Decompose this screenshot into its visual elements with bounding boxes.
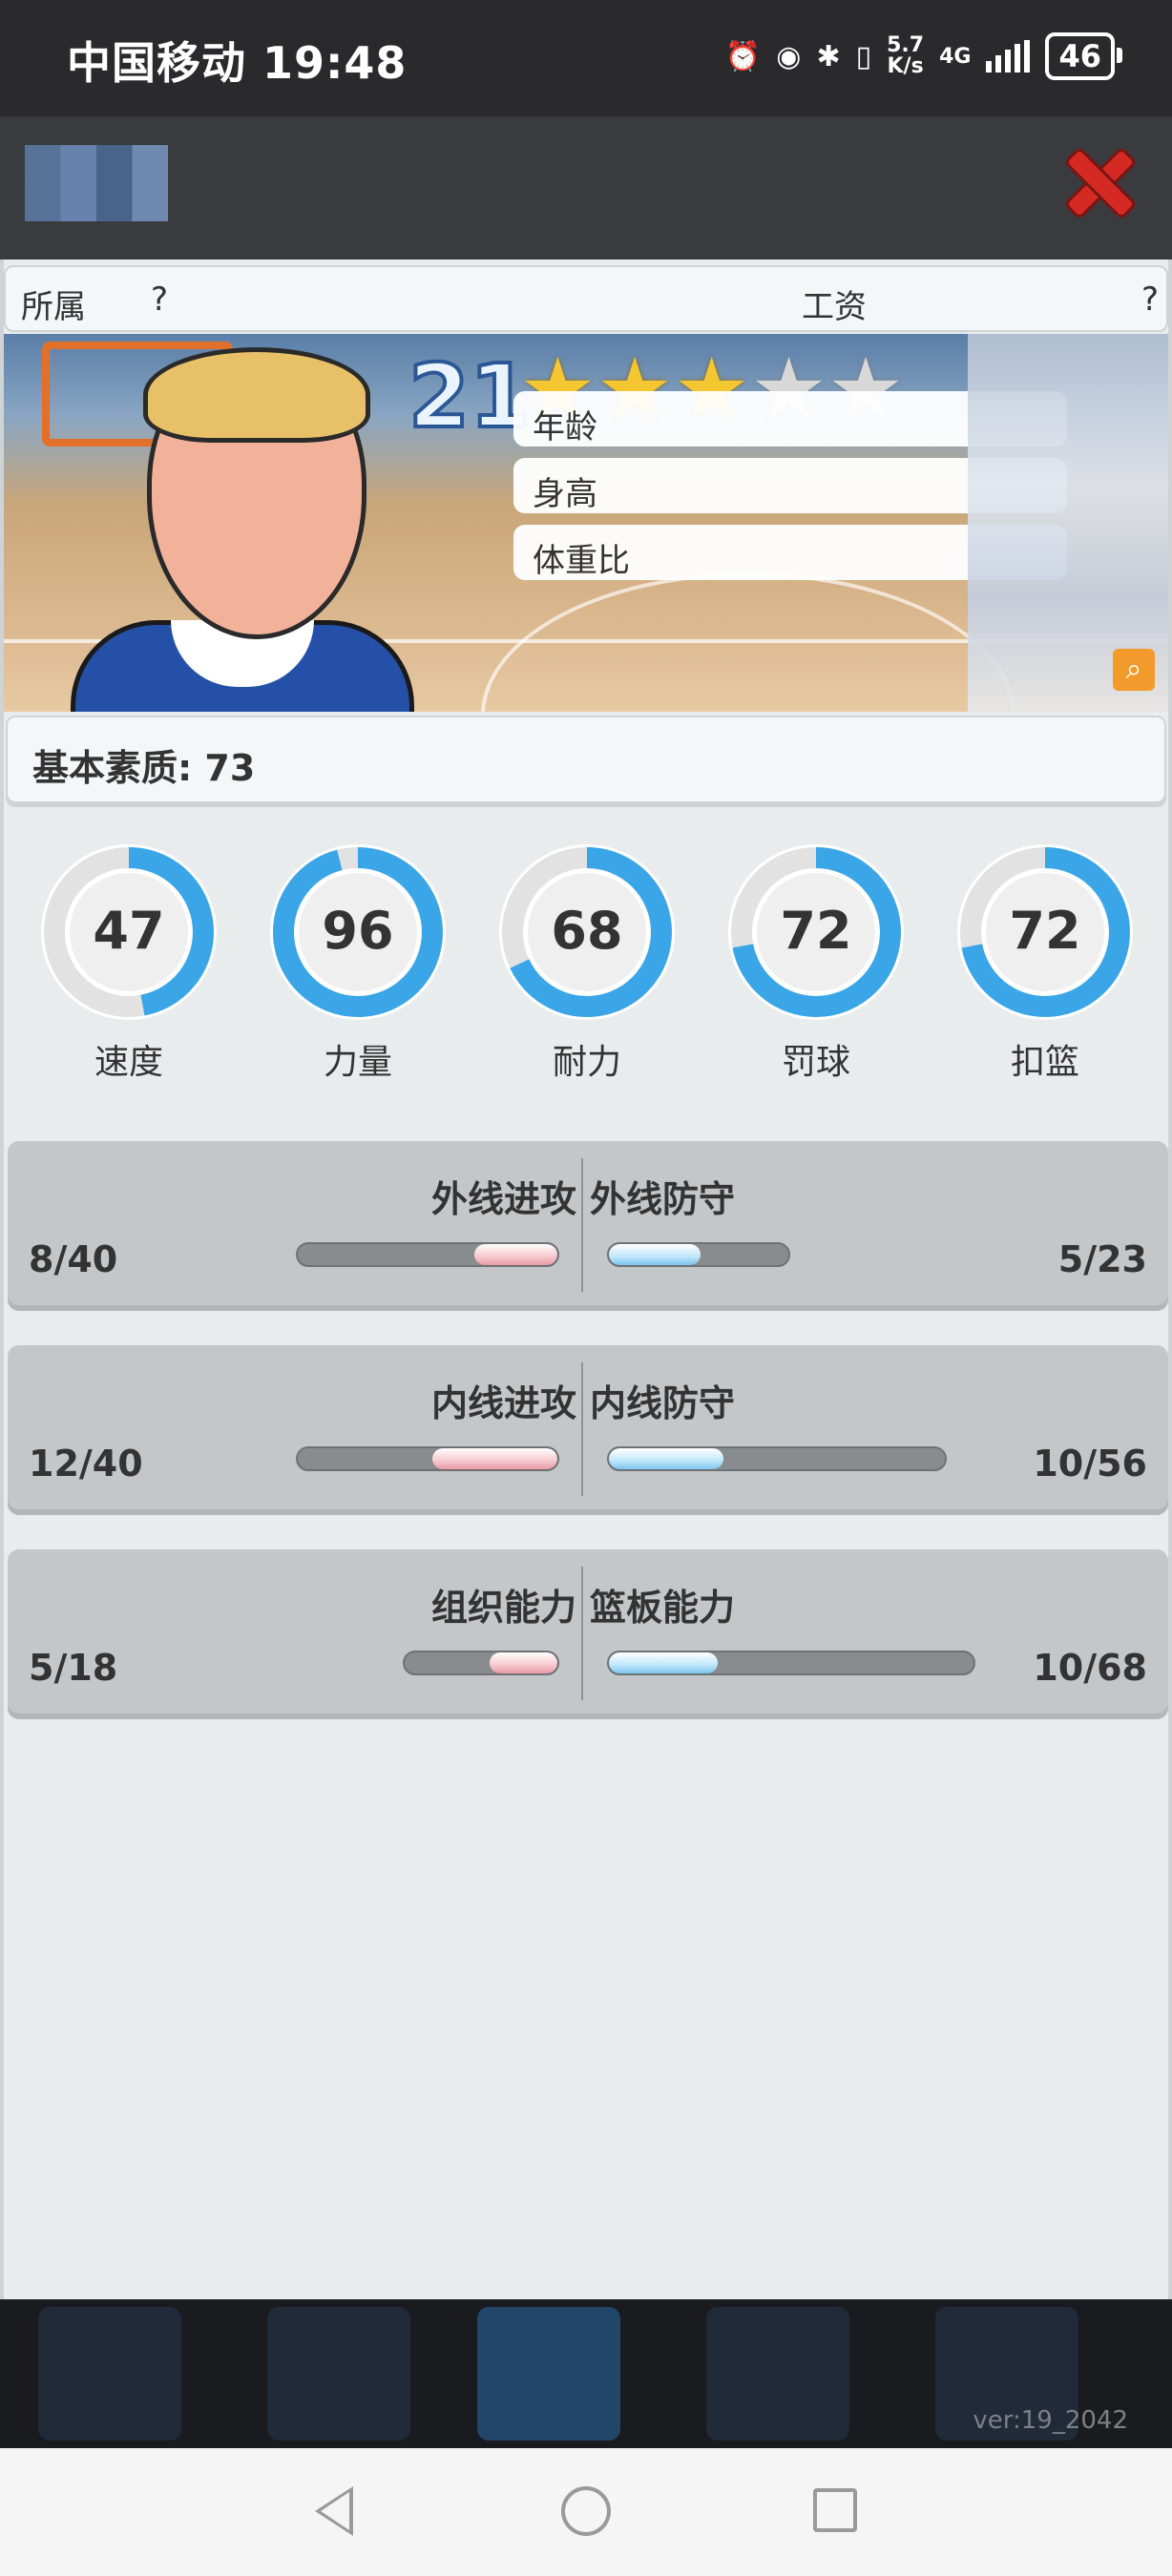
top-header	[0, 116, 1172, 260]
status-bar: 中国移动 19:48 ⏰ ◉ ✱ ▯ 5.7 K/s 4G 46	[0, 0, 1172, 116]
skill-row: 组织能力 篮板能力 5/18 10/68	[8, 1549, 1168, 1719]
ring-gauge: 68	[499, 844, 675, 1020]
left-skill-value: 12/40	[29, 1443, 143, 1485]
version-label: ver:19_2042	[973, 2406, 1128, 2435]
left-skill-bar	[296, 1242, 559, 1267]
right-skill-bar	[607, 1242, 790, 1267]
ring-gauge: 47	[41, 844, 217, 1020]
salary-label: 工资	[802, 288, 867, 326]
network-type: 4G	[939, 44, 972, 69]
status-icons: ⏰ ◉ ✱ ▯ 5.7 K/s 4G 46	[724, 32, 1122, 80]
right-skill-title: 篮板能力	[590, 1587, 736, 1629]
nav-tile-2[interactable]	[267, 2307, 410, 2441]
attribute-ring: 96 力量	[267, 841, 449, 1084]
right-skill-fill	[609, 1652, 718, 1673]
search-icon[interactable]: ⌕	[1113, 649, 1155, 691]
nav-tile-4[interactable]	[706, 2307, 849, 2441]
player-hair	[143, 347, 370, 443]
info-row: 所属 ? 工资 ?	[4, 265, 1168, 332]
left-skill-bar	[296, 1446, 559, 1471]
ring-label: 耐力	[552, 1043, 621, 1082]
signal-icon	[986, 40, 1031, 73]
game-bottom-nav: ver:19_2042	[0, 2299, 1172, 2448]
ring-value: 68	[551, 901, 622, 961]
basic-quality: 基本素质: 73	[6, 716, 1166, 803]
left-skill-title: 组织能力	[430, 1587, 576, 1629]
bluetooth-icon: ✱	[816, 39, 841, 73]
right-skill-bar	[607, 1446, 947, 1471]
right-skill-bar	[607, 1651, 975, 1675]
left-skill-value: 8/40	[29, 1238, 118, 1280]
attribute-ring: 68 耐力	[496, 841, 678, 1084]
skill-divider	[581, 1567, 583, 1700]
court-arc	[481, 572, 1015, 712]
player-card: 21 ★ ★ ★ ★ ★ 年龄 身高 体重比 ⌕	[4, 334, 1168, 712]
nav-tile-1[interactable]	[38, 2307, 181, 2441]
alarm-icon: ⏰	[724, 39, 762, 73]
left-skill-value: 5/18	[29, 1647, 118, 1689]
ring-label: 扣篮	[1010, 1043, 1079, 1082]
nav-tile-3[interactable]	[477, 2307, 620, 2441]
attribute-ring: 72 扣篮	[954, 841, 1136, 1084]
jersey-number: 21	[407, 343, 533, 449]
blurred-avatar	[25, 145, 168, 221]
ring-value: 72	[780, 901, 851, 961]
ring-value: 72	[1009, 901, 1080, 961]
right-skill-fill	[609, 1448, 723, 1469]
ring-label: 力量	[323, 1043, 392, 1082]
right-skill-value: 10/56	[1033, 1443, 1147, 1485]
ring-gauge: 72	[957, 844, 1133, 1020]
left-skill-fill	[473, 1244, 557, 1265]
skill-divider	[581, 1158, 583, 1292]
vibrate-icon: ▯	[855, 39, 872, 73]
left-skill-fill	[489, 1652, 557, 1673]
ring-value: 96	[322, 901, 393, 961]
left-skill-bar	[403, 1651, 559, 1675]
attribute-rings: 47 速度 96 力量 68 耐力 72 罚球 72 扣篮	[4, 841, 1168, 1090]
right-skill-value: 10/68	[1033, 1647, 1147, 1689]
attribute-ring: 47 速度	[38, 841, 220, 1084]
right-skill-title: 外线防守	[590, 1178, 736, 1220]
ring-label: 速度	[94, 1043, 163, 1082]
player-detail-panel: 所属 ? 工资 ? 21 ★ ★ ★ ★ ★ 年龄 身高 体重比 ⌕ 基本素质: 73 …	[0, 260, 1172, 2299]
home-icon[interactable]	[561, 2486, 611, 2536]
system-nav-bar	[0, 2448, 1172, 2576]
skill-row: 外线进攻 外线防守 8/40 5/23	[8, 1141, 1168, 1311]
recent-apps-icon[interactable]	[813, 2488, 857, 2532]
ring-value: 47	[93, 901, 164, 961]
salary-value: ?	[1141, 280, 1160, 319]
ring-gauge: 72	[728, 844, 904, 1020]
right-skill-value: 5/23	[1057, 1238, 1147, 1280]
right-skill-title: 内线防守	[590, 1382, 736, 1424]
left-skill-fill	[432, 1448, 557, 1469]
back-icon[interactable]	[315, 2486, 353, 2536]
attribute-ring: 72 罚球	[725, 841, 907, 1084]
net-speed: 5.7 K/s	[887, 33, 925, 78]
left-skill-title: 外线进攻	[430, 1178, 576, 1220]
right-skill-fill	[609, 1244, 701, 1265]
carrier-time: 中国移动 19:48	[67, 37, 408, 89]
left-skill-title: 内线进攻	[430, 1382, 576, 1424]
affiliation-label: 所属	[21, 288, 86, 326]
close-icon[interactable]	[1059, 143, 1140, 223]
battery-icon: 46	[1045, 32, 1122, 80]
ring-label: 罚球	[781, 1043, 850, 1082]
affiliation-value: ?	[151, 280, 169, 319]
eye-icon: ◉	[776, 39, 802, 73]
skill-row: 内线进攻 内线防守 12/40 10/56	[8, 1345, 1168, 1515]
skill-divider	[581, 1362, 583, 1496]
ring-gauge: 96	[270, 844, 446, 1020]
